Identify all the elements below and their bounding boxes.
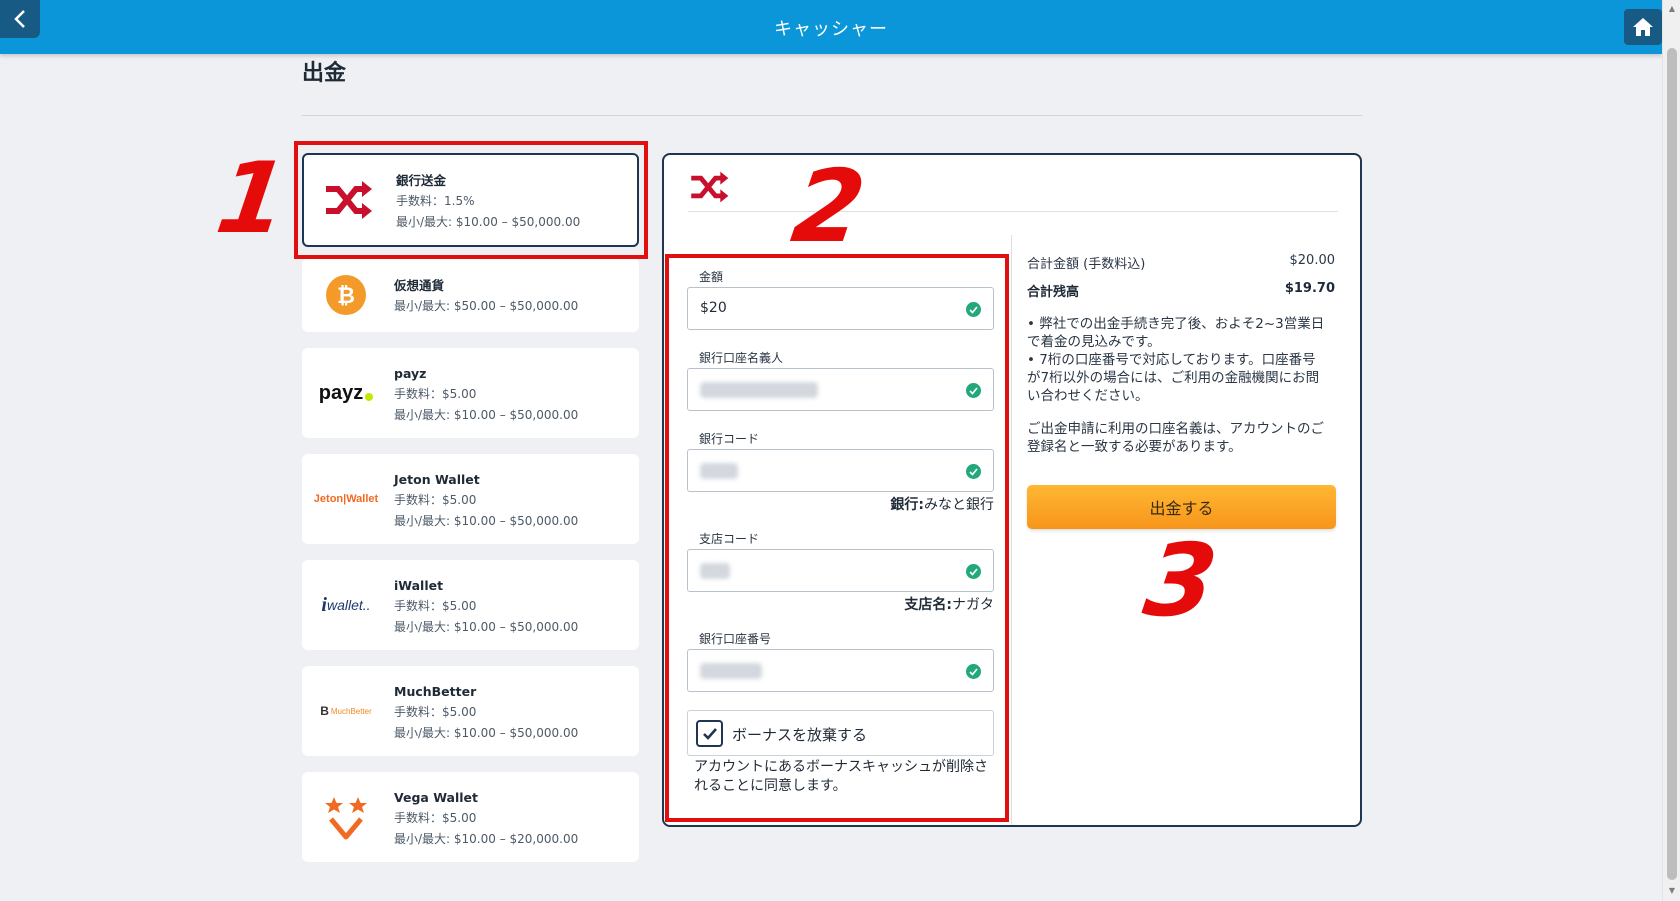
header-title: キャッシャー — [774, 19, 888, 40]
divider — [688, 211, 1338, 212]
total-balance-row: 合計残高 $19.70 — [1027, 281, 1335, 300]
method-range: 最小/最大: $10.00 – $50,000.00 — [394, 620, 579, 634]
method-fee: 手数料：$5.00 — [394, 493, 477, 507]
method-name: MuchBetter — [394, 684, 477, 699]
payz-logo: payz — [314, 368, 378, 418]
total-amount-row: 合計金額 (手数料込) $20.00 — [1027, 253, 1335, 272]
jeton-logo: Jeton|Wallet — [313, 493, 379, 505]
method-name: Jeton Wallet — [394, 472, 480, 487]
total-balance-value: $19.70 — [1284, 281, 1335, 296]
account-name-note: ご出金申請に利用の口座名義は、アカウントのご 登録名と一致する必要があります。 — [1027, 421, 1324, 455]
home-button[interactable] — [1624, 9, 1662, 45]
method-name: payz — [394, 366, 427, 381]
total-amount-value: $20.00 — [1289, 253, 1336, 268]
divider — [302, 115, 1362, 116]
method-jeton-wallet[interactable]: Jeton|Wallet Jeton Wallet 手数料：$5.00 最小/最… — [302, 454, 639, 544]
muchbetter-logo: B MuchBetter — [320, 704, 372, 718]
total-balance-label: 合計残高 — [1027, 285, 1080, 300]
scroll-thumb[interactable] — [1667, 48, 1677, 880]
method-payz[interactable]: payz payz 手数料：$5.00 最小/最大: $10.00 – $50,… — [302, 348, 639, 438]
scrollbar[interactable]: ▲ ▼ — [1662, 0, 1680, 901]
method-vega-wallet[interactable]: Vega Wallet 手数料：$5.00 最小/最大: $10.00 – $2… — [302, 772, 639, 862]
svg-text:₿: ₿ — [337, 284, 355, 309]
method-range: 最小/最大: $10.00 – $50,000.00 — [394, 514, 579, 528]
method-range: 最小/最大: $10.00 – $20,000.00 — [394, 832, 579, 846]
method-range: 最小/最大: $50.00 – $50,000.00 — [394, 299, 579, 313]
top-bar: キャッシャー — [0, 0, 1662, 54]
processing-note: • 弊社での出金手続き完了後、およそ2~3営業日 で着金の見込みです。 • 7桁… — [1027, 316, 1325, 404]
shuffle-icon — [688, 169, 730, 209]
method-name: 仮想通貨 — [394, 278, 445, 293]
method-range: 最小/最大: $10.00 – $50,000.00 — [394, 408, 579, 422]
method-fee: 手数料：$5.00 — [394, 599, 477, 613]
method-fee: 手数料：$5.00 — [394, 811, 477, 825]
scroll-up-arrow[interactable]: ▲ — [1667, 4, 1677, 13]
method-name: Vega Wallet — [394, 790, 479, 805]
method-name: iWallet — [394, 578, 444, 593]
bitcoin-icon: ₿ — [314, 270, 378, 320]
home-icon — [1633, 18, 1653, 36]
method-fee: 手数料：$5.00 — [394, 705, 477, 719]
vega-logo — [314, 792, 378, 842]
scroll-down-arrow[interactable]: ▼ — [1667, 886, 1677, 895]
method-fee: 手数料：$5.00 — [394, 387, 477, 401]
method-muchbetter[interactable]: B MuchBetter MuchBetter 手数料：$5.00 最小/最大: … — [302, 666, 639, 756]
divider — [1011, 235, 1012, 825]
method-range: 最小/最大: $10.00 – $50,000.00 — [394, 726, 579, 740]
total-amount-label: 合計金額 (手数料込) — [1027, 257, 1146, 272]
method-crypto[interactable]: ₿ 仮想通貨 最小/最大: $50.00 – $50,000.00 — [302, 258, 639, 332]
page-title: 出金 — [302, 61, 347, 86]
annotation-box-1 — [294, 141, 648, 259]
annotation-box-2 — [665, 254, 1009, 822]
method-iwallet[interactable]: i wallet.. iWallet 手数料：$5.00 最小/最大: $10.0… — [302, 560, 639, 650]
annotation-number-1: 1 — [209, 142, 295, 256]
iwallet-logo: i wallet.. — [321, 593, 371, 616]
